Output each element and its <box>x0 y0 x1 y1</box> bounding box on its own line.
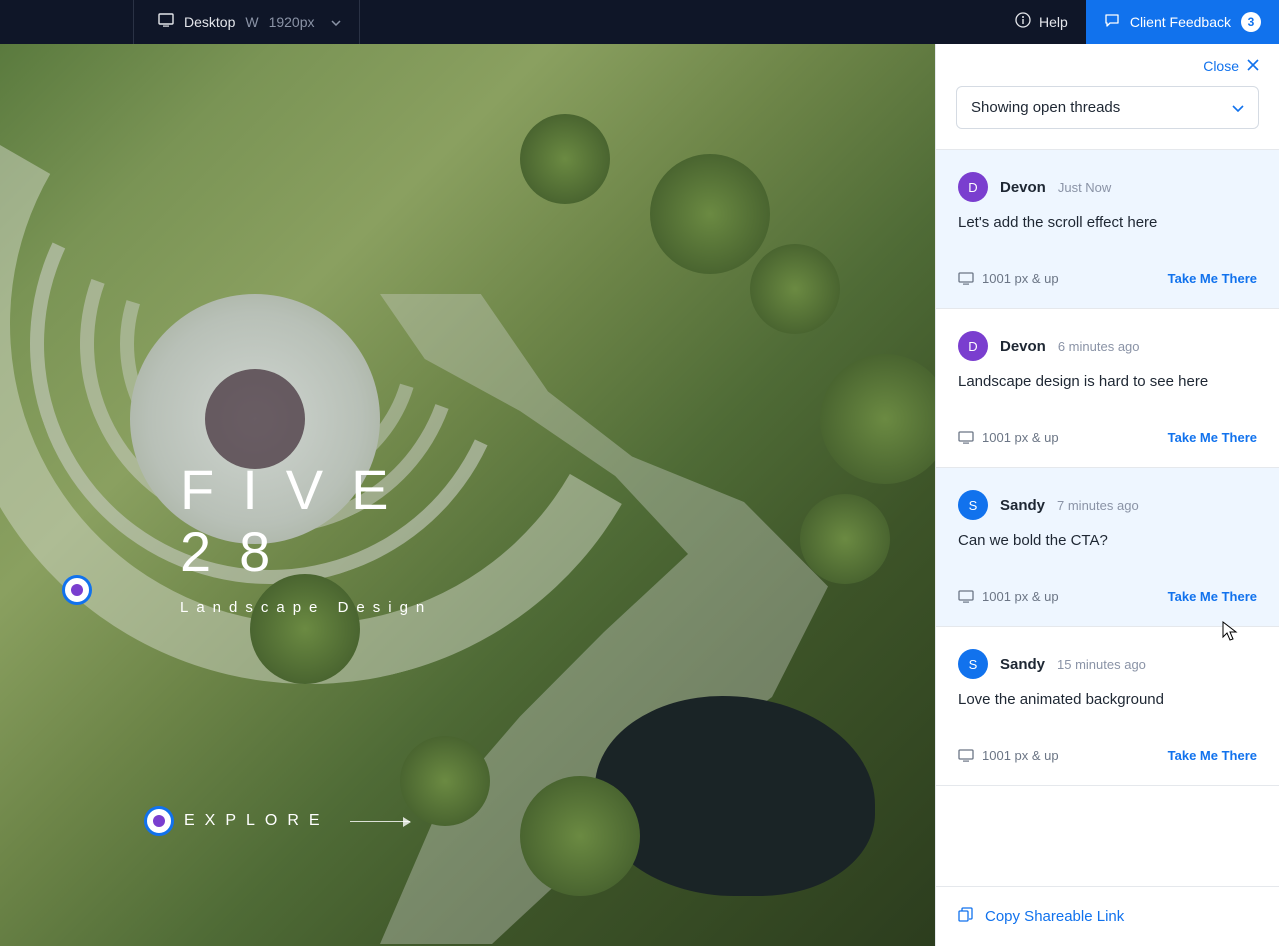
feedback-thread[interactable]: D Devon Just Now Let's add the scroll ef… <box>936 150 1279 309</box>
hero-title: FIVE 28 <box>180 459 416 582</box>
thread-filter-select[interactable]: Showing open threads <box>956 86 1259 129</box>
explore-link[interactable]: EXPLORE <box>144 806 410 836</box>
thread-message: Can we bold the CTA? <box>958 532 1257 549</box>
filter-value: Showing open threads <box>971 99 1120 116</box>
feedback-thread[interactable]: S Sandy 15 minutes ago Love the animated… <box>936 627 1279 786</box>
width-letter: W <box>245 14 258 30</box>
chat-icon <box>1104 12 1120 33</box>
help-label: Help <box>1039 14 1068 30</box>
info-icon <box>1015 12 1031 33</box>
breakpoint-info: 1001 px & up <box>958 430 1059 445</box>
avatar: S <box>958 490 988 520</box>
thread-username: Sandy <box>1000 656 1045 673</box>
take-me-there-link[interactable]: Take Me There <box>1168 748 1257 763</box>
width-value: 1920px <box>269 14 315 30</box>
chevron-down-icon <box>331 13 341 31</box>
take-me-there-link[interactable]: Take Me There <box>1168 271 1257 286</box>
explore-label: EXPLORE <box>184 812 330 830</box>
feedback-sidebar: Close Showing open threads D Devon Just … <box>935 44 1279 946</box>
preview-canvas[interactable]: FIVE 28 Landscape Design EXPLORE <box>0 44 935 946</box>
close-icon <box>1247 58 1259 74</box>
thread-username: Devon <box>1000 179 1046 196</box>
breakpoint-info: 1001 px & up <box>958 589 1059 604</box>
thread-timestamp: Just Now <box>1058 180 1111 195</box>
thread-timestamp: 15 minutes ago <box>1057 657 1146 672</box>
arrow-right-icon <box>350 821 410 822</box>
client-feedback-button[interactable]: Client Feedback 3 <box>1086 0 1279 44</box>
breakpoint-info: 1001 px & up <box>958 748 1059 763</box>
thread-message: Let's add the scroll effect here <box>958 214 1257 231</box>
feedback-marker[interactable] <box>144 806 174 836</box>
thread-list: D Devon Just Now Let's add the scroll ef… <box>936 150 1279 886</box>
thread-username: Devon <box>1000 338 1046 355</box>
chevron-down-icon <box>1232 99 1244 116</box>
take-me-there-link[interactable]: Take Me There <box>1168 589 1257 604</box>
feedback-label: Client Feedback <box>1130 14 1231 30</box>
copy-link-label: Copy Shareable Link <box>985 908 1124 925</box>
copy-shareable-link-button[interactable]: Copy Shareable Link <box>958 907 1257 926</box>
breakpoint-info: 1001 px & up <box>958 271 1059 286</box>
close-label: Close <box>1203 58 1239 74</box>
breakpoint-selector[interactable]: Desktop W 1920px <box>133 0 360 44</box>
thread-message: Landscape design is hard to see here <box>958 373 1257 390</box>
feedback-count-badge: 3 <box>1241 12 1261 32</box>
copy-icon <box>958 907 973 926</box>
thread-username: Sandy <box>1000 497 1045 514</box>
hero-subtitle: Landscape Design <box>180 599 432 616</box>
thread-timestamp: 7 minutes ago <box>1057 498 1139 513</box>
thread-message: Love the animated background <box>958 691 1257 708</box>
feedback-marker[interactable] <box>62 575 92 605</box>
breakpoint-label: Desktop <box>184 14 235 30</box>
take-me-there-link[interactable]: Take Me There <box>1168 430 1257 445</box>
feedback-thread[interactable]: D Devon 6 minutes ago Landscape design i… <box>936 309 1279 468</box>
desktop-icon <box>158 13 174 32</box>
hero-title-line2: 28 <box>180 521 416 583</box>
avatar: D <box>958 172 988 202</box>
feedback-thread[interactable]: S Sandy 7 minutes ago Can we bold the CT… <box>936 468 1279 627</box>
avatar: S <box>958 649 988 679</box>
top-bar: Desktop W 1920px Help Client Feedback 3 <box>0 0 1279 44</box>
thread-timestamp: 6 minutes ago <box>1058 339 1140 354</box>
hero-title-line1: FIVE <box>180 459 416 521</box>
avatar: D <box>958 331 988 361</box>
close-panel-button[interactable]: Close <box>956 58 1259 74</box>
help-button[interactable]: Help <box>997 0 1086 44</box>
